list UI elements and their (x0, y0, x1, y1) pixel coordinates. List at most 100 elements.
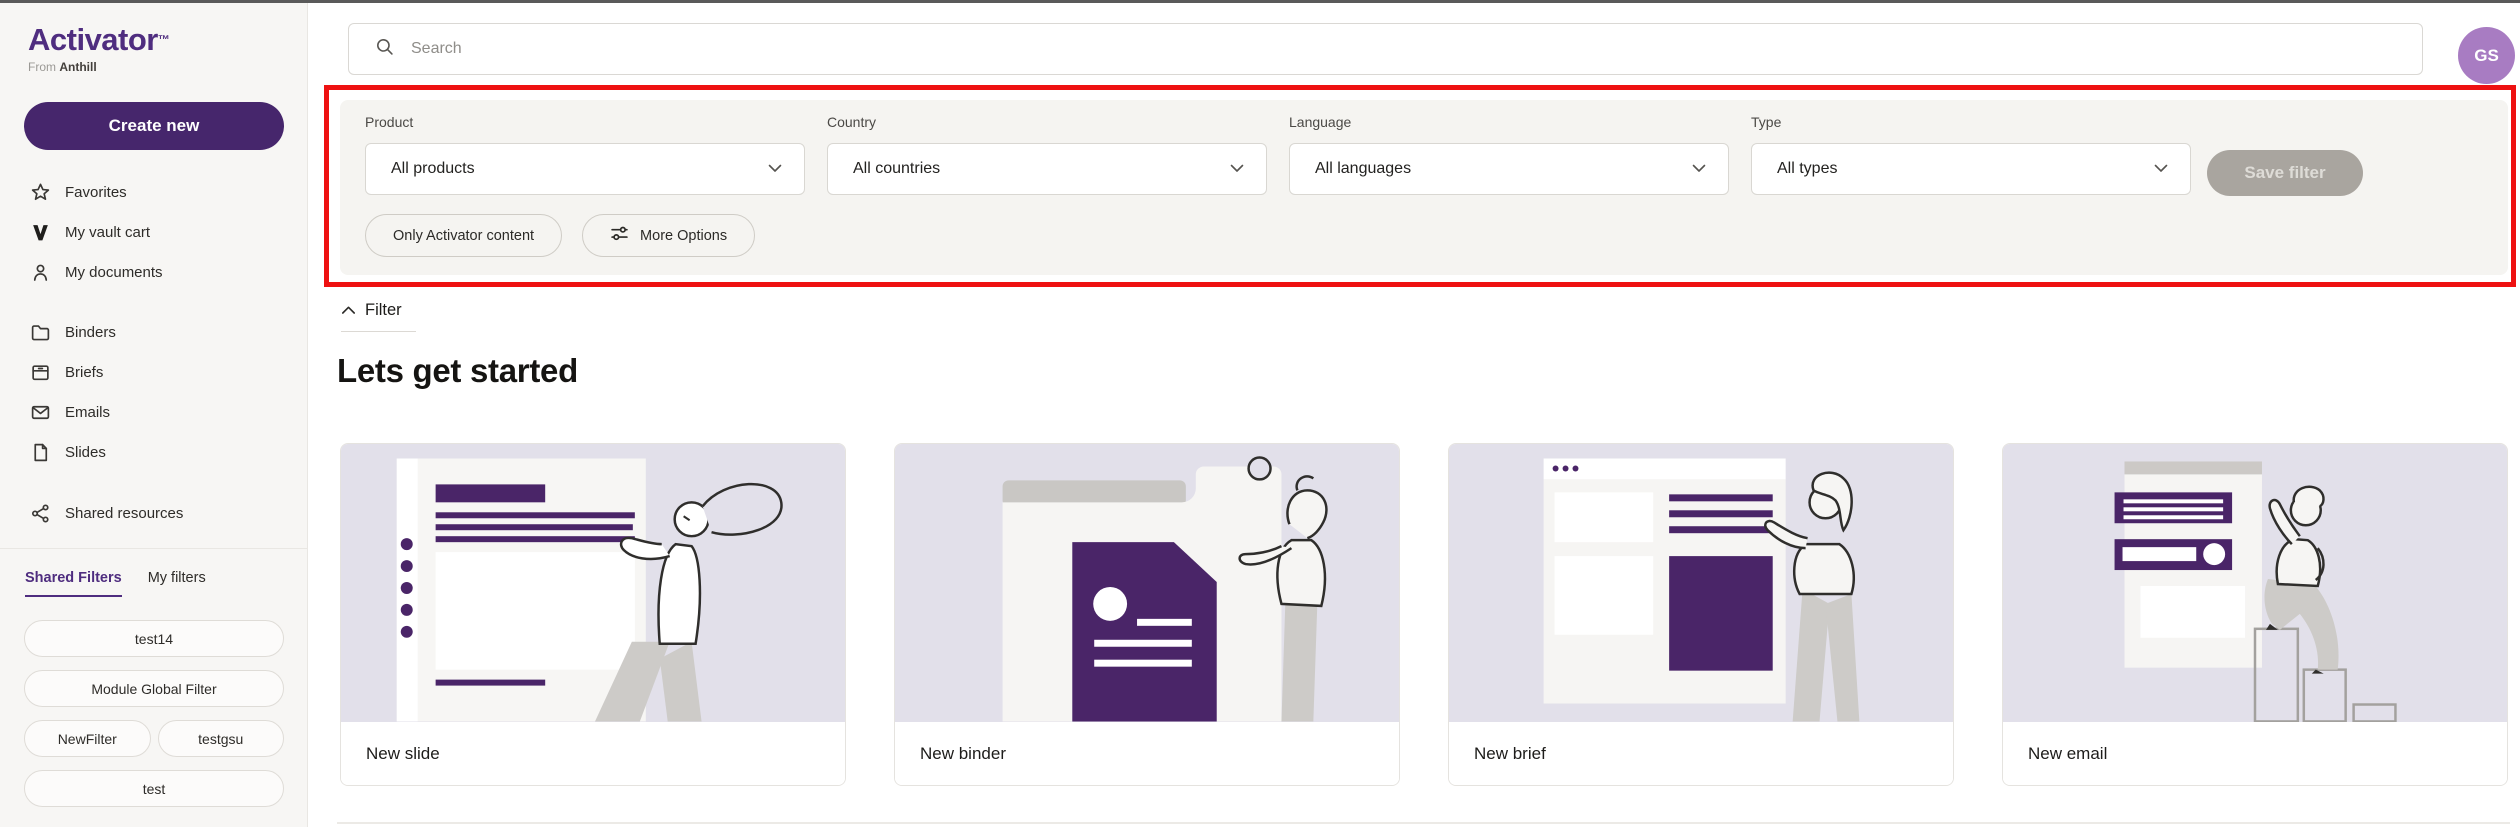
sidebar: Activator™ From Anthill Create new Favor… (0, 0, 308, 827)
filter-tabs: Shared Filters My filters (25, 570, 206, 597)
archive-icon (30, 362, 51, 383)
country-select[interactable]: All countries (827, 143, 1267, 195)
field-label: Type (1751, 114, 2191, 130)
sidebar-item-vault-cart[interactable]: My vault cart (0, 212, 307, 252)
vault-icon (30, 222, 51, 243)
filter-panel: Product All products Country All countri… (340, 100, 2508, 275)
search-bar (348, 23, 2423, 75)
card-footer: New email (2003, 722, 2507, 786)
saved-filter-pills: test14 Module Global Filter NewFilter te… (24, 620, 284, 807)
envelope-icon (30, 402, 51, 423)
field-label: Country (827, 114, 1267, 130)
logo-brand: Activator (28, 22, 158, 57)
saved-filter-pill[interactable]: test (24, 770, 284, 807)
product-select[interactable]: All products (365, 143, 805, 195)
filter-field-language: Language All languages (1289, 114, 1729, 195)
filter-field-type: Type All types (1751, 114, 2191, 195)
sidebar-item-emails[interactable]: Emails (0, 392, 307, 432)
sidebar-item-label: My vault cart (65, 224, 150, 241)
sidebar-item-label: Favorites (65, 184, 127, 201)
saved-filter-pill[interactable]: NewFilter (24, 720, 151, 757)
chevron-down-icon (2154, 160, 2168, 178)
new-slide-illustration (341, 444, 845, 722)
sidebar-item-label: My documents (65, 264, 163, 281)
share-icon (30, 503, 51, 524)
search-icon (375, 37, 395, 62)
create-new-button[interactable]: Create new (24, 102, 284, 150)
folder-icon (30, 322, 51, 343)
chip-label: Only Activator content (393, 228, 534, 244)
sidebar-item-slides[interactable]: Slides (0, 432, 307, 472)
card-footer: New brief (1449, 722, 1953, 786)
sidebar-nav-shared: Shared resources (0, 493, 307, 533)
sidebar-item-shared-resources[interactable]: Shared resources (0, 493, 307, 533)
field-label: Product (365, 114, 805, 130)
filter-fields: Product All products Country All countri… (365, 114, 2191, 195)
card-label: New brief (1474, 744, 1546, 764)
sidebar-item-my-documents[interactable]: My documents (0, 252, 307, 292)
person-icon (30, 262, 51, 283)
new-binder-card[interactable]: New binder (894, 443, 1400, 786)
sidebar-nav-secondary: Binders Briefs Emails Slides (0, 312, 307, 472)
select-value: All countries (853, 160, 1230, 178)
filter-field-product: Product All products (365, 114, 805, 195)
sidebar-item-label: Slides (65, 444, 106, 461)
sidebar-item-label: Binders (65, 324, 116, 341)
chevron-down-icon (1692, 160, 1706, 178)
new-binder-illustration (895, 444, 1399, 722)
sidebar-item-label: Emails (65, 404, 110, 421)
star-icon (30, 182, 51, 203)
sidebar-nav-primary: Favorites My vault cart My documents (0, 172, 307, 292)
app-root: Activator™ From Anthill Create new Favor… (0, 0, 2520, 827)
filter-field-country: Country All countries (827, 114, 1267, 195)
card-footer: New slide (341, 722, 845, 786)
save-filter-button[interactable]: Save filter (2207, 150, 2363, 196)
field-label: Language (1289, 114, 1729, 130)
logo-tm: ™ (158, 33, 170, 47)
filter-toggle-label: Filter (365, 301, 402, 320)
new-slide-card[interactable]: New slide (340, 443, 846, 786)
card-footer: New binder (895, 722, 1399, 786)
saved-filter-pill[interactable]: Module Global Filter (24, 670, 284, 707)
card-label: New binder (920, 744, 1006, 764)
filter-collapse-toggle[interactable]: Filter (341, 301, 416, 332)
card-label: New slide (366, 744, 440, 764)
sliders-icon (610, 224, 629, 247)
select-value: All languages (1315, 160, 1692, 178)
top-window-edge (0, 0, 2520, 3)
chevron-up-icon (341, 302, 356, 320)
sidebar-item-label: Shared resources (65, 505, 183, 522)
more-options-chip[interactable]: More Options (582, 214, 755, 257)
page-title: Lets get started (337, 352, 578, 390)
sidebar-item-label: Briefs (65, 364, 103, 381)
section-divider (337, 822, 2510, 824)
new-email-illustration (2003, 444, 2507, 722)
sidebar-divider (0, 548, 307, 549)
search-input[interactable] (411, 40, 2422, 58)
filter-chips: Only Activator content More Options (365, 214, 755, 257)
chip-label: More Options (640, 228, 727, 244)
new-brief-card[interactable]: New brief (1448, 443, 1954, 786)
get-started-cards: New slide (340, 443, 2508, 786)
logo-tagline: From Anthill (28, 60, 170, 74)
type-select[interactable]: All types (1751, 143, 2191, 195)
document-icon (30, 442, 51, 463)
app-logo: Activator™ From Anthill (28, 22, 170, 74)
sidebar-item-favorites[interactable]: Favorites (0, 172, 307, 212)
tab-shared-filters[interactable]: Shared Filters (25, 570, 122, 597)
user-avatar[interactable]: GS (2458, 27, 2515, 84)
saved-filter-pill[interactable]: testgsu (158, 720, 285, 757)
select-value: All products (391, 160, 768, 178)
card-label: New email (2028, 744, 2107, 764)
only-activator-content-chip[interactable]: Only Activator content (365, 214, 562, 257)
saved-filter-pill[interactable]: test14 (24, 620, 284, 657)
main-content: GS Product All products Country All coun… (308, 0, 2520, 827)
sidebar-item-binders[interactable]: Binders (0, 312, 307, 352)
sidebar-item-briefs[interactable]: Briefs (0, 352, 307, 392)
new-email-card[interactable]: New email (2002, 443, 2508, 786)
new-brief-illustration (1449, 444, 1953, 722)
select-value: All types (1777, 160, 2154, 178)
tab-my-filters[interactable]: My filters (148, 570, 206, 597)
language-select[interactable]: All languages (1289, 143, 1729, 195)
chevron-down-icon (1230, 160, 1244, 178)
